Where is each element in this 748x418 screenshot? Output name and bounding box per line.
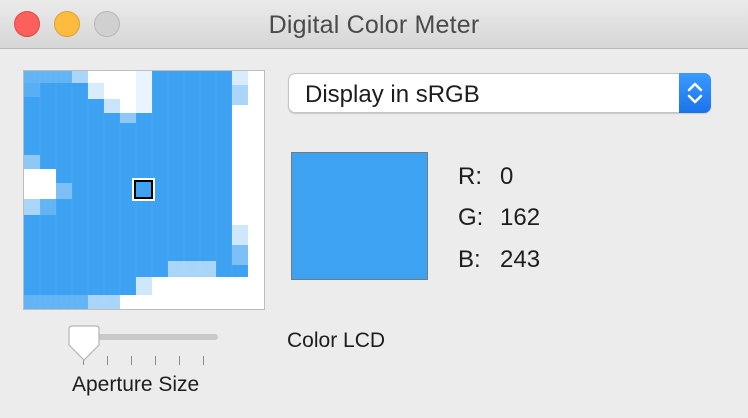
red-value: 0 [500, 163, 514, 190]
display-name: Color LCD [287, 329, 386, 352]
aperture-slider-thumb[interactable] [67, 324, 101, 367]
popup-stepper-icon[interactable] [679, 73, 711, 113]
slider-tick [179, 356, 180, 365]
color-swatch [291, 152, 428, 280]
slider-tick [203, 356, 204, 365]
green-label: G: [458, 204, 484, 231]
window-title: Digital Color Meter [268, 11, 480, 39]
green-value: 162 [500, 204, 541, 231]
slider-tick [131, 356, 132, 365]
slider-tick [155, 356, 156, 365]
display-profile-label: Display in sRGB [305, 81, 480, 108]
title-bar: Digital Color Meter [0, 0, 748, 49]
red-label: R: [458, 163, 482, 190]
slider-tick [107, 356, 108, 365]
aperture-reticle-icon [132, 178, 155, 201]
display-profile-popup[interactable]: Display in sRGB [288, 73, 711, 113]
aperture-size-label: Aperture Size [72, 373, 200, 396]
blue-label: B: [458, 246, 481, 273]
blue-value: 243 [500, 246, 541, 273]
magnifier-view [23, 70, 265, 310]
